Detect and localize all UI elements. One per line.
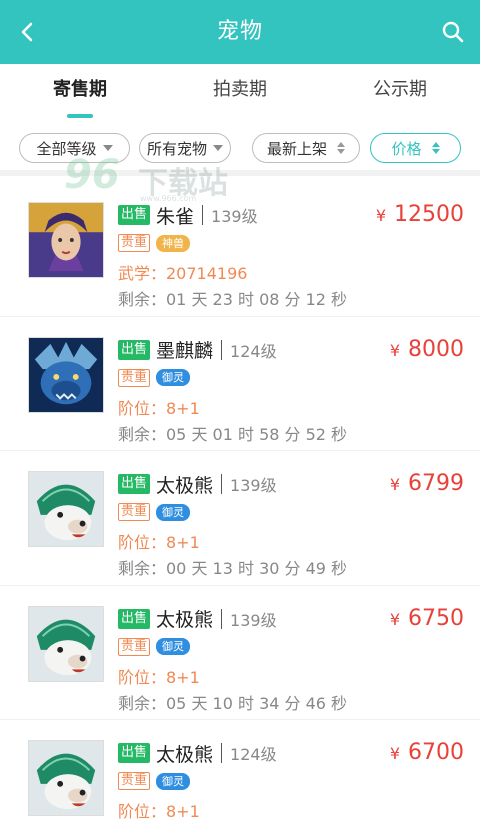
item-tags: 贵重 御灵: [118, 503, 191, 521]
pet-name: 朱雀: [156, 205, 195, 228]
sale-badge: 出售: [118, 608, 151, 629]
sort-price-button[interactable]: 价格: [370, 133, 461, 163]
page-title: 宠物: [216, 19, 263, 44]
level-filter-dropdown[interactable]: 全部等级: [19, 133, 130, 163]
remaining-time: 剩余：05 天 01 时 58 分 52 秒: [118, 424, 348, 444]
type-tag: 御灵: [156, 638, 191, 655]
valuable-tag: 贵重: [118, 637, 151, 656]
divider: [221, 474, 223, 494]
pet-avatar-zhuque: [28, 202, 104, 278]
item-tags: 贵重 御灵: [118, 637, 191, 656]
pet-name: 太极熊: [156, 474, 214, 497]
item-title-row: 出售 太极熊 139级: [118, 471, 277, 497]
pet-level: 139级: [230, 610, 277, 630]
price-value: 8000: [408, 336, 464, 362]
type-tag: 御灵: [156, 369, 191, 386]
pet-level: 124级: [230, 341, 277, 361]
currency-symbol: ¥: [389, 744, 400, 763]
item-tags: 贵重 御灵: [118, 368, 191, 387]
divider: [221, 339, 223, 360]
pet-stat: 阶位：8+1: [118, 398, 200, 418]
pet-avatar-bear: [28, 605, 104, 682]
remaining-time: 剩余：00 天 13 时 30 分 49 秒: [118, 559, 348, 578]
sort-newest-label: 最新上架: [266, 139, 327, 158]
top-bar: 宠物: [0, 0, 480, 64]
pet-level: 139级: [230, 476, 277, 495]
sale-badge: 出售: [118, 205, 151, 225]
level-filter-label: 全部等级: [36, 139, 97, 158]
price: ¥ 8000: [390, 337, 464, 362]
remaining-time: 剩余：01 天 23 时 08 分 12 秒: [118, 290, 348, 309]
type-tag: 御灵: [156, 503, 191, 521]
price: ¥ 6750: [390, 606, 464, 631]
pet-avatar-bear: [28, 740, 104, 816]
remaining-time: 剩余：05 天 10 时 34 分 46 秒: [118, 693, 348, 713]
item-tags: 贵重 御灵: [118, 772, 191, 790]
search-icon[interactable]: [438, 17, 468, 47]
filter-bar: 全部等级 所有宠物 最新上架 价格: [0, 122, 480, 176]
sale-badge: 出售: [118, 474, 151, 494]
price: ¥ 12500: [376, 202, 464, 227]
tab-auction[interactable]: 拍卖期: [160, 64, 320, 122]
price-value: 12500: [394, 202, 464, 227]
pet-list: 出售 朱雀 139级 贵重 神兽 武学：20714196 剩余：01 天 23 …: [0, 182, 480, 822]
pet-filter-dropdown[interactable]: 所有宠物: [139, 133, 231, 163]
sort-newest-button[interactable]: 最新上架: [252, 133, 360, 163]
type-tag: 神兽: [156, 234, 191, 252]
divider: [221, 608, 223, 629]
sort-price-label: 价格: [391, 139, 422, 158]
price-value: 6700: [408, 740, 464, 765]
tab-public[interactable]: 公示期: [320, 64, 480, 122]
price-value: 6750: [408, 605, 464, 631]
pet-stat: 阶位：8+1: [118, 533, 200, 552]
period-tabs: 寄售期 拍卖期 公示期: [0, 64, 480, 122]
sort-arrows-icon: [431, 142, 440, 154]
tab-consignment[interactable]: 寄售期: [0, 64, 160, 122]
item-title-row: 出售 朱雀 139级: [118, 202, 258, 228]
sale-badge: 出售: [118, 339, 151, 360]
dropdown-arrow-icon: [213, 145, 223, 151]
divider: [221, 743, 223, 763]
price: ¥ 6799: [390, 471, 464, 496]
type-tag: 御灵: [156, 772, 191, 790]
list-item[interactable]: 出售 墨麒麟 124级 贵重 御灵 阶位：8+1 剩余：05 天 01 时 58…: [0, 317, 480, 451]
pet-level: 139级: [211, 207, 258, 226]
pet-stat: 武学：20714196: [118, 264, 248, 283]
pet-name: 太极熊: [156, 743, 214, 766]
sort-arrows-icon: [337, 142, 345, 154]
pet-name: 太极熊: [156, 609, 214, 631]
currency-symbol: ¥: [389, 475, 400, 494]
currency-symbol: ¥: [389, 609, 400, 629]
pet-avatar-qilin: [28, 336, 104, 413]
price-value: 6799: [408, 471, 464, 496]
divider: [202, 205, 204, 225]
pet-filter-label: 所有宠物: [146, 139, 207, 158]
item-title-row: 出售 太极熊 124级: [118, 740, 277, 766]
currency-symbol: ¥: [389, 340, 400, 360]
item-title-row: 出售 墨麒麟 124级: [118, 337, 277, 363]
sale-badge: 出售: [118, 743, 151, 763]
pet-name: 墨麒麟: [156, 340, 214, 362]
currency-symbol: ¥: [375, 206, 386, 225]
item-title-row: 出售 太极熊 139级: [118, 606, 277, 632]
valuable-tag: 贵重: [118, 234, 151, 252]
list-item[interactable]: 出售 太极熊 139级 贵重 御灵 阶位：8+1 剩余：00 天 13 时 30…: [0, 451, 480, 586]
valuable-tag: 贵重: [118, 368, 151, 387]
price: ¥ 6700: [390, 740, 464, 765]
valuable-tag: 贵重: [118, 503, 151, 521]
list-item[interactable]: 出售 太极熊 124级 贵重 御灵 阶位：8+1 ¥ 6700: [0, 720, 480, 822]
dropdown-arrow-icon: [102, 145, 113, 151]
list-item[interactable]: 出售 朱雀 139级 贵重 神兽 武学：20714196 剩余：01 天 23 …: [0, 182, 480, 317]
valuable-tag: 贵重: [118, 772, 151, 790]
item-tags: 贵重 神兽: [118, 234, 191, 252]
list-item[interactable]: 出售 太极熊 139级 贵重 御灵 阶位：8+1 剩余：05 天 10 时 34…: [0, 586, 480, 720]
pet-stat: 阶位：8+1: [118, 667, 200, 687]
pet-level: 124级: [230, 745, 277, 764]
pet-avatar-bear: [28, 471, 104, 547]
pet-stat: 阶位：8+1: [118, 802, 200, 821]
